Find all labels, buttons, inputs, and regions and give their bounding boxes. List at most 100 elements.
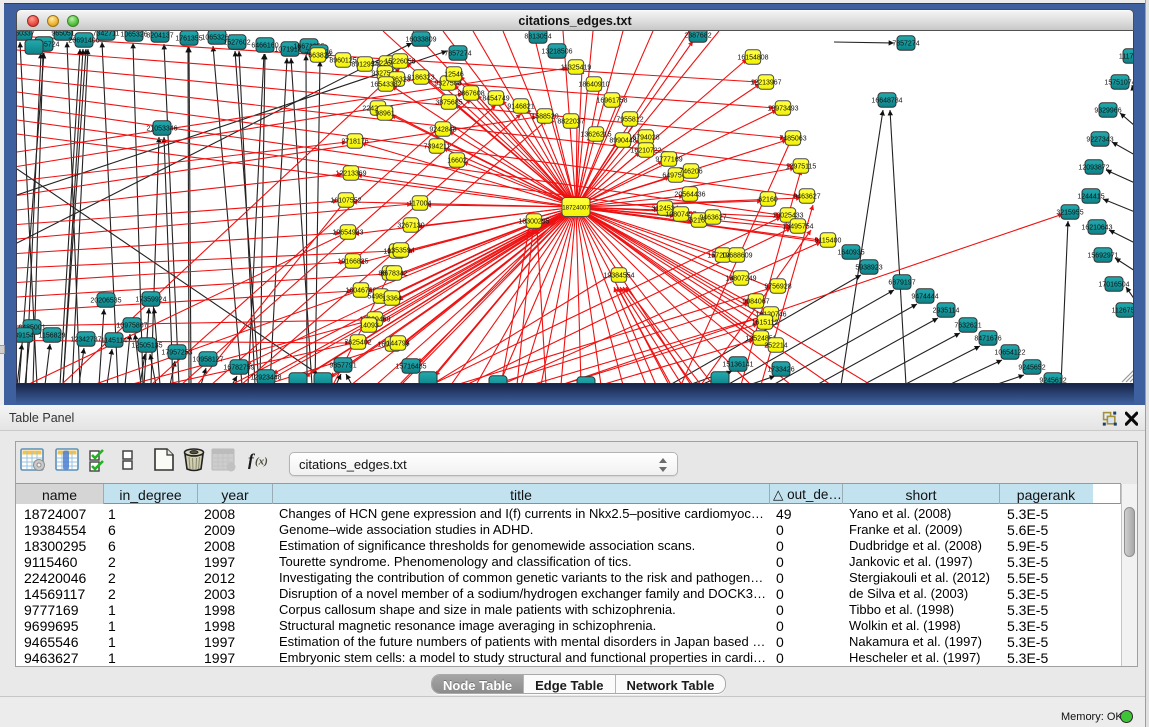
- svg-text:18640910: 18640910: [578, 81, 609, 88]
- svg-text:20206535: 20206535: [90, 297, 121, 304]
- svg-text:9084067: 9084067: [742, 298, 769, 305]
- svg-text:1145114: 1145114: [101, 337, 127, 344]
- svg-text:9463627: 9463627: [699, 214, 726, 221]
- svg-text:16154808: 16154808: [737, 54, 768, 61]
- svg-text:9227343: 9227343: [1086, 136, 1113, 143]
- svg-text:7625402: 7625402: [344, 339, 371, 346]
- svg-text:8678342: 8678342: [380, 270, 407, 277]
- svg-text:13364: 13364: [382, 295, 402, 302]
- svg-text:3875685: 3875685: [435, 99, 462, 106]
- svg-text:8454749: 8454749: [482, 95, 509, 102]
- svg-text:12546: 12546: [444, 71, 464, 78]
- svg-text:9115400: 9115400: [815, 237, 842, 244]
- svg-text:1615112: 1615112: [752, 319, 779, 326]
- svg-text:1640935: 1640935: [837, 249, 864, 256]
- svg-text:19384554: 19384554: [603, 272, 634, 279]
- svg-text:15692971: 15692971: [1087, 252, 1118, 259]
- svg-text:(x): (x): [255, 456, 268, 468]
- svg-text:3215955: 3215955: [1056, 209, 1083, 216]
- svg-text:8186323: 8186323: [407, 74, 434, 81]
- svg-text:9329966: 9329966: [1094, 107, 1121, 114]
- svg-text:1117250: 1117250: [1119, 53, 1134, 60]
- svg-text:12093872: 12093872: [1078, 164, 1109, 171]
- svg-text:2867608: 2867608: [457, 90, 484, 97]
- svg-text:10688609: 10688609: [721, 252, 752, 259]
- svg-text:17016504: 17016504: [1098, 281, 1129, 288]
- svg-text:20564436: 20564436: [674, 191, 705, 198]
- svg-text:12213967: 12213967: [750, 79, 781, 86]
- svg-text:7394211: 7394211: [424, 143, 451, 150]
- svg-text:2935114: 2935114: [933, 307, 960, 314]
- svg-text:1761355: 1761355: [175, 35, 202, 42]
- svg-text:8204137: 8204137: [146, 32, 173, 39]
- svg-text:117004: 117004: [409, 200, 432, 207]
- svg-text:12342737: 12342737: [70, 336, 101, 343]
- svg-text:8822037: 8822037: [557, 118, 584, 125]
- svg-text:16210643: 16210643: [1081, 224, 1112, 231]
- svg-text:9245612: 9245612: [1039, 377, 1066, 384]
- svg-text:16648784: 16648784: [871, 97, 902, 104]
- svg-text:9777169: 9777169: [655, 156, 682, 163]
- svg-text:12975115: 12975115: [786, 163, 817, 170]
- svg-text:160337: 160337: [17, 31, 35, 37]
- svg-text:1733426: 1733426: [767, 366, 794, 373]
- svg-text:9245652: 9245652: [1018, 364, 1045, 371]
- svg-text:7857274: 7857274: [892, 40, 919, 47]
- svg-text:13495754: 13495754: [782, 223, 813, 230]
- svg-text:7663822: 7663822: [304, 52, 331, 59]
- svg-text:16210722: 16210722: [630, 147, 661, 154]
- svg-text:1244415: 1244415: [1077, 193, 1104, 200]
- svg-text:12923448: 12923448: [250, 374, 281, 381]
- svg-text:252214: 252214: [764, 342, 787, 349]
- svg-text:9474444: 9474444: [911, 293, 938, 300]
- svg-text:7632621: 7632621: [954, 322, 981, 329]
- svg-text:16602: 16602: [447, 157, 467, 164]
- svg-text:13626215: 13626215: [580, 131, 611, 138]
- svg-text:9242848: 9242848: [429, 126, 456, 133]
- svg-text:7342711: 7342711: [93, 31, 120, 37]
- svg-text:144793: 144793: [386, 340, 409, 347]
- svg-text:13218506: 13218506: [541, 48, 572, 55]
- svg-text:9857791: 9857791: [329, 362, 356, 369]
- svg-text:6879197: 6879197: [888, 279, 915, 286]
- svg-text:1065326: 1065326: [120, 31, 147, 38]
- svg-text:1353594: 1353594: [387, 247, 414, 254]
- svg-text:746206: 746206: [679, 168, 702, 175]
- svg-text:3267130: 3267130: [397, 222, 424, 229]
- svg-text:16543382: 16543382: [370, 81, 401, 88]
- svg-text:9756928: 9756928: [764, 283, 791, 290]
- svg-text:16033809: 16033809: [405, 36, 436, 43]
- svg-text:1588520: 1588520: [531, 113, 558, 120]
- svg-text:10654122: 10654122: [994, 349, 1025, 356]
- svg-text:6794028: 6794028: [632, 134, 659, 141]
- svg-text:12213369: 12213369: [335, 170, 366, 177]
- svg-text:17957253: 17957253: [161, 349, 192, 356]
- svg-text:10975867: 10975867: [116, 322, 147, 329]
- svg-text:12505135: 12505135: [131, 342, 162, 349]
- svg-text:98961: 98961: [375, 110, 395, 117]
- svg-text:7955812: 7955812: [616, 116, 643, 123]
- svg-text:15136141: 15136141: [722, 361, 753, 368]
- svg-text:8471676: 8471676: [974, 335, 1001, 342]
- svg-text:21053346: 21053346: [146, 125, 177, 132]
- svg-text:1527602: 1527602: [223, 39, 250, 46]
- svg-text:5938923: 5938923: [855, 264, 882, 271]
- svg-text:9146821: 9146821: [507, 103, 534, 110]
- svg-text:2718176: 2718176: [341, 138, 368, 145]
- svg-text:10973493: 10973493: [767, 105, 798, 112]
- svg-text:7857274: 7857274: [444, 50, 471, 57]
- svg-text:8813054: 8813054: [524, 33, 551, 40]
- svg-text:1156829: 1156829: [39, 332, 66, 339]
- svg-text:18300295: 18300295: [518, 218, 549, 225]
- svg-text:20691406: 20691406: [68, 37, 99, 44]
- svg-text:16961758: 16961758: [596, 97, 627, 104]
- svg-text:16782759: 16782759: [223, 364, 254, 371]
- svg-text:2387682: 2387682: [684, 32, 711, 39]
- svg-text:19654983: 19654983: [332, 229, 363, 236]
- svg-text:18724007: 18724007: [562, 204, 590, 211]
- svg-text:11325419: 11325419: [561, 64, 592, 71]
- svg-text:18807249: 18807249: [725, 275, 756, 282]
- svg-text:15226058: 15226058: [384, 58, 415, 65]
- svg-text:15716485: 15716485: [395, 363, 426, 370]
- svg-text:17359924: 17359924: [135, 296, 166, 303]
